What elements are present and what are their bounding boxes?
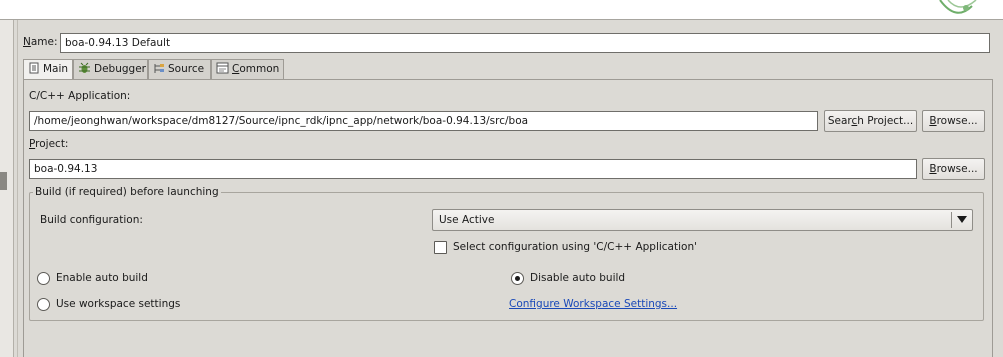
search-project-button[interactable]: Search Project...: [824, 110, 917, 132]
use-workspace-settings-label: Use workspace settings: [56, 298, 181, 310]
pane-divider[interactable]: [17, 20, 18, 357]
tab-debugger[interactable]: Debugger: [73, 59, 148, 79]
debugger-bug-icon: [79, 62, 90, 73]
build-config-value: Use Active: [439, 214, 495, 226]
select-config-checkbox[interactable]: [434, 241, 447, 254]
common-icon: [216, 62, 229, 74]
name-input[interactable]: boa-0.94.13 Default: [60, 33, 990, 53]
tab-source[interactable]: Source: [148, 59, 211, 79]
tab-main[interactable]: Main: [23, 59, 73, 80]
use-workspace-settings-radio[interactable]: [37, 298, 50, 311]
configure-workspace-settings-link[interactable]: Configure Workspace Settings...: [509, 298, 677, 310]
combo-separator: [951, 212, 952, 228]
build-config-select[interactable]: Use Active: [432, 209, 973, 231]
disable-auto-build-label: Disable auto build: [530, 272, 626, 284]
editor-top-strip: [0, 0, 1003, 20]
application-input[interactable]: /home/jeonghwan/workspace/dm8127/Source/…: [29, 111, 818, 131]
project-label: Project:: [29, 138, 69, 150]
select-config-label: Select configuration using 'C/C++ Applic…: [453, 241, 697, 253]
enable-auto-build-label: Enable auto build: [56, 272, 148, 284]
disable-auto-build-radio[interactable]: [511, 272, 524, 285]
main-tab-icon: [29, 62, 39, 74]
enable-auto-build-radio[interactable]: [37, 272, 50, 285]
name-label: Name:: [23, 36, 58, 48]
pane-scroll-marker[interactable]: [0, 172, 7, 190]
project-input[interactable]: boa-0.94.13: [29, 159, 917, 179]
build-config-label: Build configuration:: [40, 214, 143, 226]
source-lookup-icon: [154, 64, 164, 73]
build-group-title: Build (if required) before launching: [33, 186, 221, 198]
chevron-down-icon: [957, 216, 967, 223]
tab-common[interactable]: Common: [211, 59, 284, 79]
project-browse-button[interactable]: Browse...: [922, 158, 985, 180]
eclipse-logo-icon: [938, 0, 978, 17]
application-browse-button[interactable]: Browse...: [922, 110, 985, 132]
application-label: C/C++ Application:: [29, 90, 131, 102]
